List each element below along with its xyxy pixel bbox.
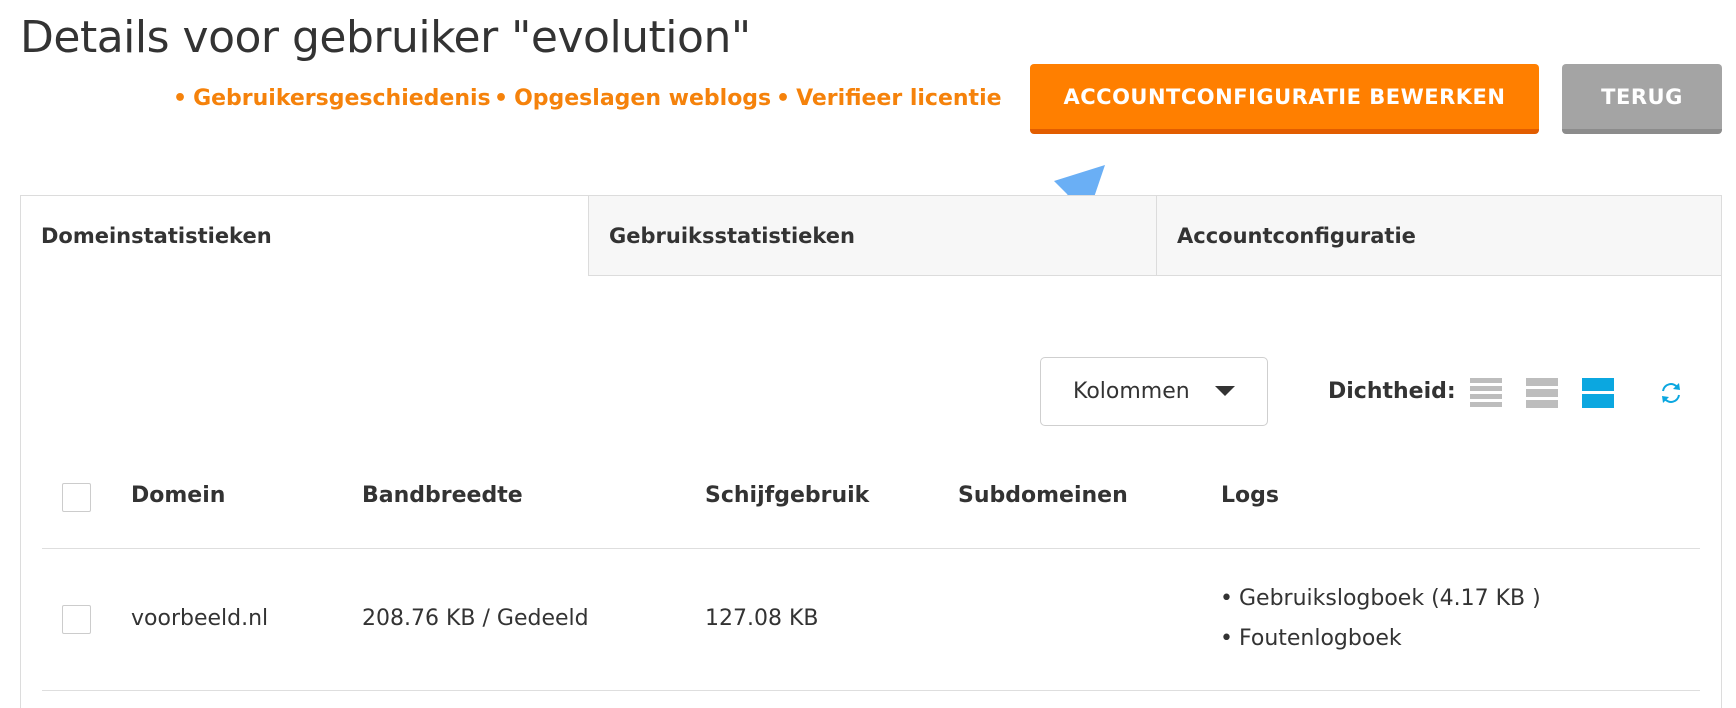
- density-comfortable-icon[interactable]: [1526, 378, 1558, 408]
- cell-disk-usage: 127.08 KB: [705, 606, 819, 631]
- select-all-checkbox[interactable]: [62, 483, 91, 512]
- density-spacious-icon[interactable]: [1582, 378, 1614, 408]
- header-disk-usage[interactable]: Schijfgebruik: [705, 483, 869, 508]
- error-log-link[interactable]: Foutenlogboek: [1220, 626, 1402, 651]
- tab-domain-stats[interactable]: Domeinstatistieken: [21, 196, 588, 276]
- tab-account-config[interactable]: Accountconfiguratie: [1156, 196, 1721, 276]
- density-label: Dichtheid:: [1328, 379, 1456, 404]
- refresh-icon[interactable]: [1658, 380, 1684, 406]
- density-compact-icon[interactable]: [1470, 378, 1502, 408]
- usage-log-link[interactable]: Gebruikslogboek (4.17 KB ): [1220, 586, 1541, 611]
- caret-down-icon: [1215, 386, 1235, 396]
- edit-account-config-button[interactable]: ACCOUNTCONFIGURATIE BEWERKEN: [1030, 64, 1539, 134]
- row-checkbox[interactable]: [62, 605, 91, 634]
- user-history-link[interactable]: Gebruikersgeschiedenis: [173, 86, 491, 111]
- page-title: Details voor gebruiker "evolution": [20, 12, 751, 63]
- table-header-divider: [42, 548, 1700, 549]
- details-panel: Domeinstatistieken Gebruiksstatistieken …: [20, 195, 1722, 708]
- header-logs[interactable]: Logs: [1221, 483, 1279, 508]
- back-button[interactable]: TERUG: [1562, 64, 1722, 134]
- table-row-divider: [42, 690, 1700, 691]
- cell-domain[interactable]: voorbeeld.nl: [131, 606, 268, 631]
- header-domain[interactable]: Domein: [131, 483, 225, 508]
- tab-usage-stats[interactable]: Gebruiksstatistieken: [588, 196, 1156, 276]
- columns-dropdown-label: Kolommen: [1073, 379, 1190, 404]
- tab-bar: Domeinstatistieken Gebruiksstatistieken …: [21, 196, 1721, 276]
- header-bandwidth[interactable]: Bandbreedte: [362, 483, 523, 508]
- cell-bandwidth: 208.76 KB / Gedeeld: [362, 606, 589, 631]
- saved-weblogs-link[interactable]: Opgeslagen weblogs: [494, 86, 771, 111]
- verify-license-link[interactable]: Verifieer licentie: [776, 86, 1001, 111]
- header-subdomains[interactable]: Subdomeinen: [958, 483, 1128, 508]
- columns-dropdown[interactable]: Kolommen: [1040, 357, 1268, 426]
